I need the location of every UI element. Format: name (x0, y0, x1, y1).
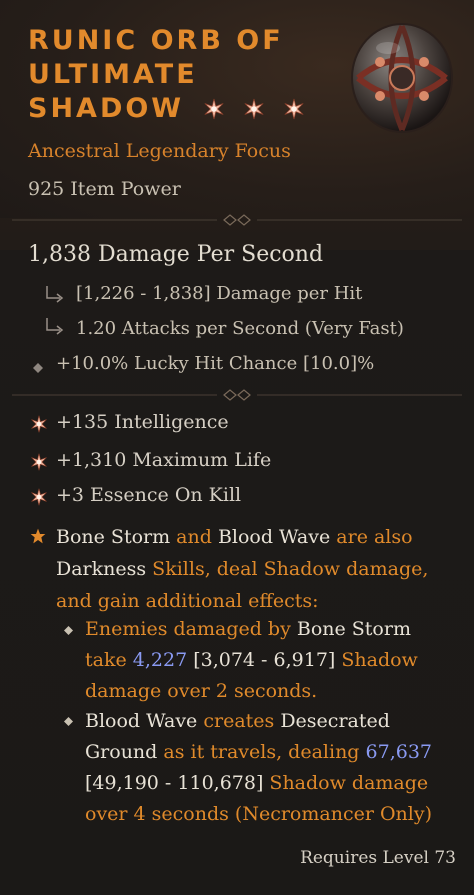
skill-name: Bone Storm (296, 618, 411, 640)
skill-name: Blood Wave (217, 526, 331, 548)
greater-affix-icon (31, 488, 47, 506)
item-name-line-2: ULTIMATE (28, 59, 198, 90)
aspect-fragment: Shadow (335, 649, 418, 671)
aspect-bullet-bone-storm: Enemies damaged by Bone Storm take 4,227… (85, 614, 460, 707)
aspect-fragment: over 4 seconds (Necromancer Only) (85, 803, 433, 825)
damage-per-hit: [1,226 - 1,838] Damage per Hit (76, 283, 363, 304)
section-divider (12, 214, 462, 226)
affix-text: +1,310 Maximum Life (56, 449, 272, 471)
affix-text: +135 Intelligence (56, 411, 229, 433)
greater-affix-icon (244, 98, 264, 120)
branch-icon (46, 318, 64, 335)
legendary-aspect-text: Bone Storm and Blood Wave are also Darkn… (56, 521, 456, 617)
aspect-fragment: Desecrated (280, 710, 390, 732)
skill-name: Blood Wave (85, 710, 198, 732)
orb-item-icon (351, 23, 453, 133)
aspect-fragment: as it travels, dealing (157, 741, 366, 763)
section-divider (12, 389, 462, 401)
skill-name: Bone Storm (56, 526, 171, 548)
affix-text: +3 Essence On Kill (56, 484, 242, 506)
aspect-fragment: Ground (85, 741, 158, 763)
attack-speed: 1.20 Attacks per Second (Very Fast) (76, 318, 404, 339)
bullet-diamond-icon (64, 717, 73, 726)
aspect-value: 4,227 (132, 649, 188, 671)
aspect-bullet-blood-wave: Blood Wave creates Desecrated Ground as … (85, 706, 460, 830)
aspect-fragment: Skills, deal Shadow damage, (146, 558, 429, 580)
item-subtype: Ancestral Legendary Focus (28, 140, 291, 162)
item-name-line-3: SHADOW (28, 93, 185, 124)
bullet-diamond-icon (64, 626, 73, 635)
lucky-hit-chance: +10.0% Lucky Hit Chance [10.0]% (56, 353, 375, 374)
implicit-diamond-icon (33, 363, 43, 373)
greater-affix-icon (284, 98, 304, 120)
greater-affix-icon (204, 98, 223, 120)
aspect-range: [3,074 - 6,917] (187, 649, 336, 671)
aspect-value: 67,637 (365, 741, 432, 763)
aspect-fragment: Shadow damage (263, 772, 429, 794)
level-requirement: Requires Level 73 (300, 848, 456, 868)
aspect-fragment: damage over 2 seconds. (85, 680, 318, 702)
item-name-line-1: RUNIC ORB OF (28, 25, 284, 56)
aspect-fragment: Enemies damaged by (85, 618, 297, 640)
item-tooltip: RUNIC ORB OF ULTIMATE SHADOW Ancestral L (0, 0, 474, 895)
aspect-fragment: and gain additional effects: (56, 590, 319, 612)
greater-affix-icon (31, 415, 47, 433)
aspect-fragment: are also (330, 526, 413, 548)
dps-stat: 1,838 Damage Per Second (28, 242, 324, 267)
item-power: 925 Item Power (28, 178, 181, 200)
aspect-range: [49,190 - 110,678] (85, 772, 264, 794)
aspect-fragment: take (85, 649, 133, 671)
legendary-aspect-icon (30, 528, 46, 544)
greater-affix-icon (31, 453, 47, 471)
branch-icon (46, 286, 64, 303)
item-name: RUNIC ORB OF ULTIMATE SHADOW (28, 24, 348, 126)
aspect-fragment: and (170, 526, 218, 548)
item-name-line-3-row: SHADOW (28, 92, 348, 126)
skill-tag: Darkness (56, 558, 147, 580)
aspect-fragment: creates (197, 710, 281, 732)
